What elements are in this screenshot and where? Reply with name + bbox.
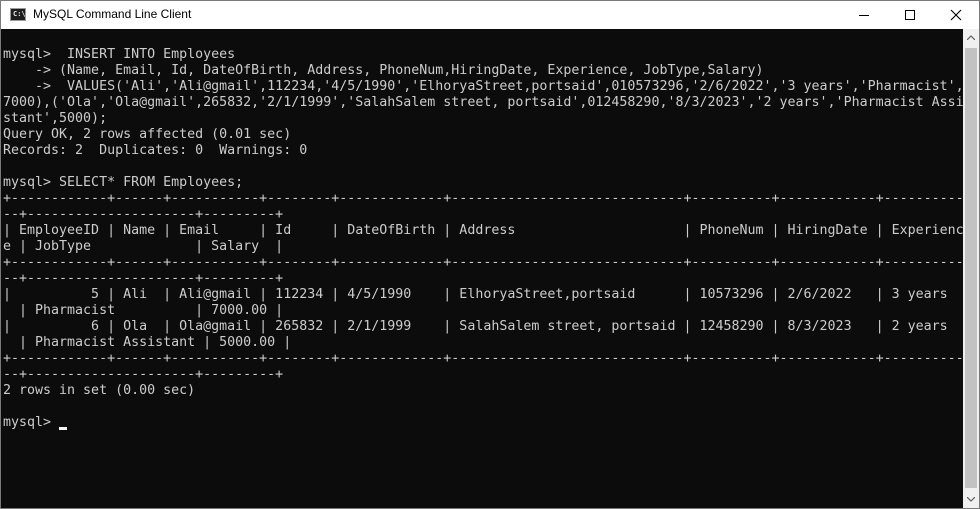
console-icon: C:\ [10, 8, 26, 21]
console-line: | EmployeeID | Name | Email | Id | DateO… [3, 223, 963, 238]
scrollbar-thumb[interactable] [965, 48, 977, 488]
maximize-button[interactable] [887, 1, 933, 29]
console-line: | Pharmacist | 7000.00 | [3, 303, 284, 318]
console-line: -> VALUES('Ali','Ali@gmail',112234,'4/5/… [3, 79, 963, 94]
console-line: | Pharmacist Assistant | 5000.00 | [3, 335, 292, 350]
console-line: | 5 | Ali | Ali@gmail | 112234 | 4/5/199… [3, 287, 948, 302]
console-line: | 6 | Ola | Ola@gmail | 265832 | 2/1/199… [3, 319, 948, 334]
console-line: +------------+------+-----------+-------… [3, 191, 963, 206]
console-line: mysql> [3, 415, 60, 430]
scroll-up-button[interactable] [963, 29, 979, 46]
scroll-down-button[interactable] [963, 491, 979, 508]
vertical-scrollbar[interactable] [963, 29, 979, 508]
console-line: +------------+------+-----------+-------… [3, 351, 963, 366]
console-line: --+---------------------+---------+ [3, 367, 284, 382]
close-button[interactable] [933, 1, 979, 29]
console-icon-glyph: C:\ [13, 10, 26, 18]
console-line: stant',5000); [3, 111, 108, 126]
window-title: MySQL Command Line Client [33, 7, 192, 21]
console-line: Records: 2 Duplicates: 0 Warnings: 0 [3, 143, 308, 158]
title-bar[interactable]: C:\ MySQL Command Line Client [1, 1, 979, 29]
console-line: Query OK, 2 rows affected (0.01 sec) [3, 127, 292, 142]
minimize-icon [859, 15, 869, 16]
console-line: e | JobType | Salary | [3, 239, 284, 254]
console-line: mysql> INSERT INTO Employees [3, 47, 236, 62]
console-output[interactable]: mysql> INSERT INTO Employees -> (Name, E… [1, 29, 963, 508]
scroll-up-icon [967, 35, 975, 40]
console-line: +------------+------+-----------+-------… [3, 255, 963, 270]
maximize-icon [905, 10, 915, 20]
console-line: --+---------------------+---------+ [3, 271, 284, 286]
console-line: 2 rows in set (0.00 sec) [3, 383, 196, 398]
console-line: mysql> SELECT* FROM Employees; [3, 175, 244, 190]
close-icon [950, 9, 962, 21]
console-line: --+---------------------+---------+ [3, 207, 284, 222]
minimize-button[interactable] [841, 1, 887, 29]
console-line: -> (Name, Email, Id, DateOfBirth, Addres… [3, 63, 764, 78]
scroll-down-icon [967, 497, 975, 502]
text-cursor [59, 427, 67, 430]
console-line: 7000),('Ola','Ola@gmail',265832,'2/1/199… [3, 95, 963, 110]
mysql-client-window: C:\ MySQL Command Line Client mysql> INS… [0, 0, 980, 509]
